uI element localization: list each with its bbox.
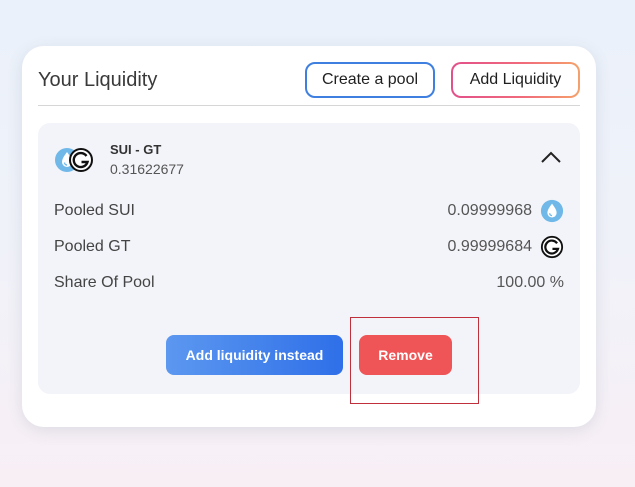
remove-button[interactable]: Remove — [359, 335, 452, 375]
pair-name: SUI - GT — [110, 142, 162, 157]
pooled-gt-label: Pooled GT — [54, 238, 131, 255]
token-pair-icons — [54, 147, 96, 173]
share-of-pool-label: Share Of Pool — [54, 274, 155, 291]
add-liquidity-button[interactable]: Add Liquidity — [451, 62, 580, 98]
add-liquidity-instead-button[interactable]: Add liquidity instead — [166, 335, 343, 375]
pair-lp-amount: 0.31622677 — [110, 161, 184, 177]
page-title: Your Liquidity — [38, 69, 158, 91]
pooled-sui-label: Pooled SUI — [54, 202, 135, 219]
gt-token-icon — [540, 235, 564, 259]
pool-position-panel: SUI - GT 0.31622677 Pooled SUI 0.0999996… — [38, 123, 580, 394]
add-liquidity-button-label[interactable]: Add Liquidity — [453, 64, 578, 96]
card-header: Your Liquidity Create a pool Add Liquidi… — [38, 62, 580, 106]
pooled-gt-row: Pooled GT 0.99999684 — [54, 235, 564, 259]
share-of-pool-row: Share Of Pool 100.00 % — [54, 271, 564, 295]
pooled-gt-value: 0.99999684 — [447, 238, 532, 255]
sui-token-icon — [540, 199, 564, 223]
share-of-pool-value: 100.00 % — [496, 274, 564, 291]
create-pool-button[interactable]: Create a pool — [305, 62, 435, 98]
pooled-sui-value: 0.09999968 — [447, 202, 532, 219]
gt-token-icon — [69, 148, 93, 172]
chevron-up-icon[interactable] — [540, 150, 562, 164]
liquidity-card: Your Liquidity Create a pool Add Liquidi… — [22, 46, 596, 427]
pooled-sui-row: Pooled SUI 0.09999968 — [54, 199, 564, 223]
